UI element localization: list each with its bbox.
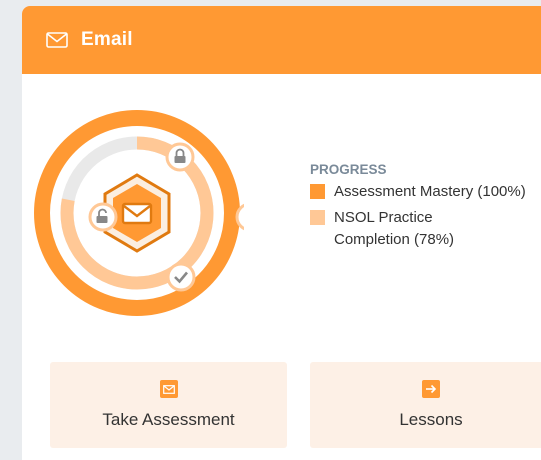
legend-label: Assessment Mastery (100%) [334, 183, 526, 200]
legend-item-nsol-practice: NSOL Practice Completion (78%) [310, 207, 534, 251]
envelope-icon [46, 32, 68, 48]
lessons-button[interactable]: Lessons [310, 362, 541, 448]
card-header: Email [22, 6, 541, 74]
card-title: Email [81, 29, 133, 50]
envelope-icon [159, 380, 178, 398]
legend-swatch [310, 184, 325, 199]
check-icon [166, 262, 196, 292]
unlock-icon [88, 202, 118, 232]
legend-swatch [310, 210, 325, 225]
progress-ring [30, 106, 265, 320]
take-assessment-label: Take Assessment [102, 410, 235, 429]
progress-heading: PROGRESS [310, 162, 387, 177]
legend-item-assessment-mastery: Assessment Mastery (100%) [310, 181, 534, 203]
lessons-label: Lessons [399, 410, 463, 429]
envelope-icon [121, 202, 153, 225]
lock-icon [165, 142, 195, 172]
take-assessment-button[interactable]: Take Assessment [50, 362, 287, 448]
legend-label: NSOL Practice Completion (78%) [334, 209, 455, 248]
progress-legend: PROGRESS Assessment Mastery (100%) NSOL … [310, 162, 534, 255]
arrow-right-icon [422, 380, 440, 398]
email-card: Email PROGRESS Assessment Mastery (100%)… [22, 6, 541, 460]
